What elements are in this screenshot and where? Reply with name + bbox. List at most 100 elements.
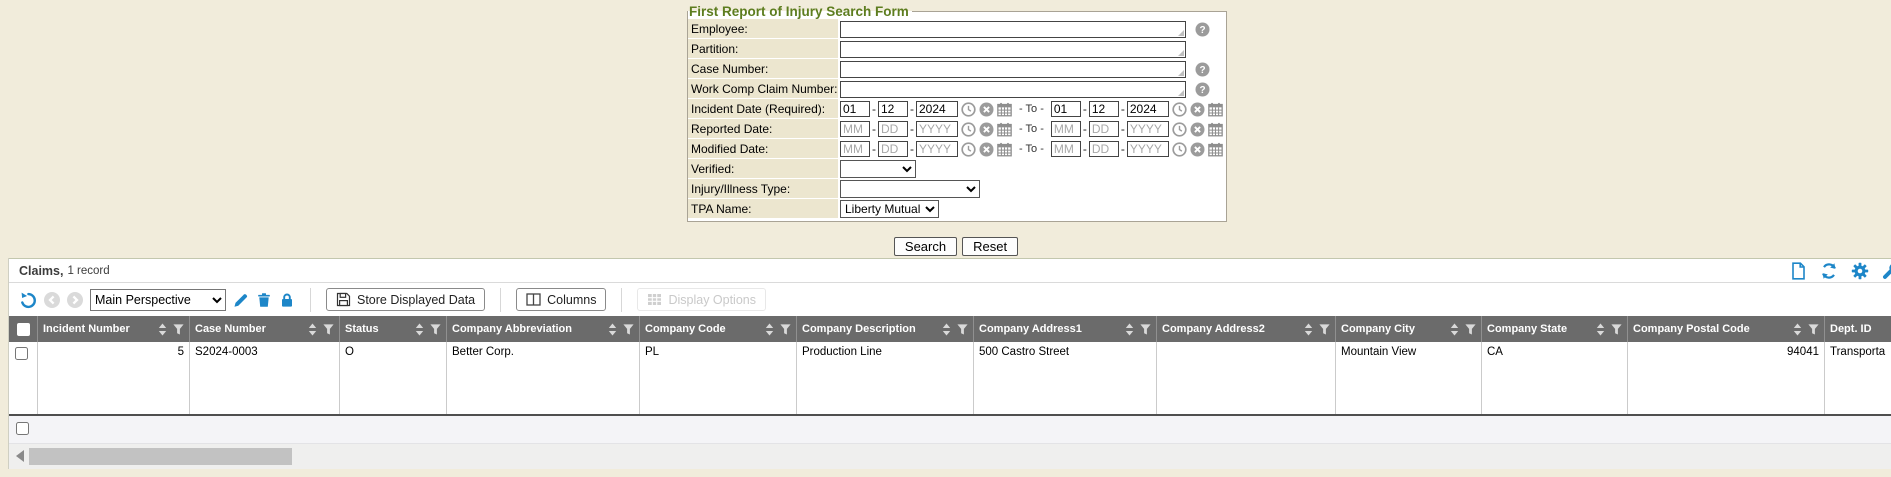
column-header-company-address1[interactable]: Company Address1 — [974, 316, 1157, 342]
reported-date-from-year[interactable] — [916, 121, 958, 137]
modified-date-from-day[interactable] — [878, 141, 908, 157]
footer-checkbox[interactable] — [16, 422, 29, 435]
tpa-name-select[interactable]: Liberty Mutual — [840, 200, 939, 218]
reset-button[interactable]: Reset — [962, 237, 1018, 256]
select-all-header-cell[interactable] — [9, 316, 38, 342]
incident-date-to-year[interactable] — [1127, 101, 1169, 117]
sort-icon[interactable] — [1125, 323, 1134, 336]
modified-date-to-day[interactable] — [1089, 141, 1119, 157]
calendar-icon[interactable] — [1208, 142, 1223, 157]
column-header-company-city[interactable]: Company City — [1336, 316, 1482, 342]
modified-date-from-month[interactable] — [840, 141, 870, 157]
column-header-company-state[interactable]: Company State — [1482, 316, 1628, 342]
reported-date-from-month[interactable] — [840, 121, 870, 137]
filter-icon[interactable] — [1808, 324, 1819, 335]
clear-date-icon[interactable] — [979, 102, 994, 117]
calendar-icon[interactable] — [997, 142, 1012, 157]
clear-date-icon[interactable] — [1190, 142, 1205, 157]
sort-icon[interactable] — [942, 323, 951, 336]
clear-date-icon[interactable] — [1190, 102, 1205, 117]
injury-type-select[interactable] — [840, 180, 980, 198]
case-number-input[interactable] — [840, 61, 1186, 78]
calendar-icon[interactable] — [1208, 102, 1223, 117]
column-header-company-address2[interactable]: Company Address2 — [1157, 316, 1336, 342]
sort-icon[interactable] — [1304, 323, 1313, 336]
calendar-icon[interactable] — [997, 102, 1012, 117]
edit-pencil-icon[interactable] — [233, 292, 249, 308]
clear-date-icon[interactable] — [979, 122, 994, 137]
reported-date-to-day[interactable] — [1089, 121, 1119, 137]
reported-date-to-year[interactable] — [1127, 121, 1169, 137]
modified-date-to-year[interactable] — [1127, 141, 1169, 157]
filter-icon[interactable] — [173, 324, 184, 335]
clear-date-icon[interactable] — [979, 142, 994, 157]
help-icon[interactable] — [1195, 82, 1210, 97]
column-header-incident-number[interactable]: Incident Number — [38, 316, 190, 342]
filter-icon[interactable] — [323, 324, 334, 335]
work-comp-input[interactable] — [840, 81, 1186, 98]
undo-icon[interactable] — [19, 291, 37, 309]
employee-input[interactable] — [840, 21, 1186, 38]
column-header-case-number[interactable]: Case Number — [190, 316, 340, 342]
partition-input[interactable] — [840, 41, 1186, 58]
store-displayed-data-button[interactable]: Store Displayed Data — [326, 288, 485, 311]
perspective-select[interactable]: Main Perspective — [90, 289, 226, 311]
column-header-status[interactable]: Status — [340, 316, 447, 342]
reported-date-from-day[interactable] — [878, 121, 908, 137]
time-icon[interactable] — [961, 102, 976, 117]
modified-date-from-year[interactable] — [916, 141, 958, 157]
clear-date-icon[interactable] — [1190, 122, 1205, 137]
modified-date-to-month[interactable] — [1051, 141, 1081, 157]
filter-icon[interactable] — [957, 324, 968, 335]
select-all-checkbox[interactable] — [17, 323, 30, 336]
calendar-icon[interactable] — [1208, 122, 1223, 137]
sort-icon[interactable] — [1793, 323, 1802, 336]
filter-icon[interactable] — [430, 324, 441, 335]
row-checkbox[interactable] — [15, 347, 28, 360]
sort-icon[interactable] — [1596, 323, 1605, 336]
column-header-company-postal-code[interactable]: Company Postal Code — [1628, 316, 1825, 342]
previous-icon[interactable] — [44, 292, 60, 308]
column-header-company-abbreviation[interactable]: Company Abbreviation — [447, 316, 640, 342]
filter-icon[interactable] — [780, 324, 791, 335]
column-header-company-description[interactable]: Company Description — [797, 316, 974, 342]
incident-date-from-year[interactable] — [916, 101, 958, 117]
horizontal-scrollbar[interactable] — [9, 444, 1891, 469]
sort-icon[interactable] — [608, 323, 617, 336]
search-button[interactable]: Search — [894, 237, 957, 256]
new-document-icon[interactable] — [1789, 262, 1807, 280]
time-icon[interactable] — [1172, 102, 1187, 117]
sort-icon[interactable] — [1450, 323, 1459, 336]
scroll-left-arrow[interactable] — [16, 450, 24, 462]
column-header-company-code[interactable]: Company Code — [640, 316, 797, 342]
filter-icon[interactable] — [1465, 324, 1476, 335]
time-icon[interactable] — [1172, 122, 1187, 137]
scrollbar-thumb[interactable] — [29, 448, 292, 465]
lock-icon[interactable] — [279, 292, 295, 308]
column-header-dept-id[interactable]: Dept. ID — [1825, 316, 1891, 342]
time-icon[interactable] — [961, 142, 976, 157]
columns-button[interactable]: Columns — [516, 288, 606, 311]
reported-date-to-month[interactable] — [1051, 121, 1081, 137]
filter-icon[interactable] — [623, 324, 634, 335]
incident-date-to-month[interactable] — [1051, 101, 1081, 117]
help-icon[interactable] — [1195, 62, 1210, 77]
next-icon[interactable] — [67, 292, 83, 308]
filter-icon[interactable] — [1611, 324, 1622, 335]
help-icon[interactable] — [1195, 22, 1210, 37]
incident-date-from-month[interactable] — [840, 101, 870, 117]
filter-icon[interactable] — [1140, 324, 1151, 335]
sort-icon[interactable] — [308, 323, 317, 336]
time-icon[interactable] — [1172, 142, 1187, 157]
refresh-icon[interactable] — [1820, 262, 1838, 280]
filter-icon[interactable] — [1319, 324, 1330, 335]
sort-icon[interactable] — [765, 323, 774, 336]
calendar-icon[interactable] — [997, 122, 1012, 137]
verified-select[interactable] — [840, 160, 916, 178]
sort-icon[interactable] — [415, 323, 424, 336]
incident-date-to-day[interactable] — [1089, 101, 1119, 117]
time-icon[interactable] — [961, 122, 976, 137]
delete-trash-icon[interactable] — [256, 292, 272, 308]
wrench-icon[interactable] — [1882, 262, 1891, 280]
incident-date-from-day[interactable] — [878, 101, 908, 117]
